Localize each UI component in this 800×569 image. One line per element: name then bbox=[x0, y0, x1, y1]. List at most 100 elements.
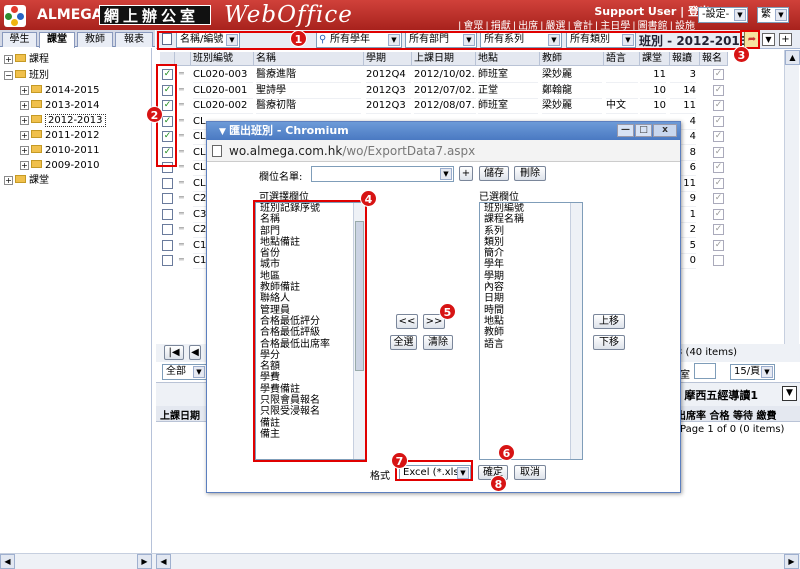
tree-node-year[interactable]: +2010-2011 bbox=[20, 144, 100, 157]
column-header[interactable]: 出席率 合格 等待 繳費 bbox=[676, 407, 776, 422]
edit-icon[interactable]: ═ bbox=[179, 162, 184, 171]
edit-icon[interactable]: ═ bbox=[179, 255, 184, 264]
enroll-checkbox[interactable]: ✓ bbox=[713, 100, 724, 111]
clear-button[interactable]: 清除 bbox=[423, 335, 453, 350]
tree-node-courses[interactable]: + 課程 bbox=[4, 53, 49, 66]
selected-field-item[interactable]: 地點 bbox=[480, 316, 582, 327]
tab-students[interactable]: 學生 bbox=[2, 32, 37, 47]
selected-field-item[interactable]: 教師 bbox=[480, 327, 582, 338]
selected-field-item[interactable]: 學期 bbox=[480, 271, 582, 282]
tree-node-year[interactable]: +2014-2015 bbox=[20, 84, 100, 97]
edit-icon[interactable]: ═ bbox=[179, 209, 184, 218]
tree-node-year-selected[interactable]: +2012-2013 bbox=[20, 114, 106, 127]
chevron-down-icon[interactable]: ▼ bbox=[782, 386, 797, 401]
row-checkbox[interactable] bbox=[162, 208, 173, 220]
selected-field-item[interactable]: 學年 bbox=[480, 259, 582, 270]
column-header[interactable]: 地點 bbox=[476, 52, 540, 66]
select-all-button[interactable]: 全選 bbox=[390, 335, 417, 350]
remove-field-button[interactable]: << bbox=[396, 314, 418, 329]
edit-icon[interactable]: ═ bbox=[179, 85, 184, 94]
column-header[interactable]: 上課日期 bbox=[160, 407, 200, 422]
row-checkbox[interactable] bbox=[162, 177, 173, 189]
enroll-checkbox[interactable]: ✓ bbox=[713, 162, 724, 173]
enroll-checkbox[interactable]: ✓ bbox=[713, 177, 724, 189]
column-header[interactable]: 教師 bbox=[540, 52, 604, 66]
edit-icon[interactable]: ═ bbox=[179, 131, 184, 140]
selected-field-item[interactable]: 班別編號 bbox=[480, 203, 582, 214]
row-checkbox[interactable] bbox=[162, 193, 173, 204]
delete-button[interactable]: 刪除 bbox=[514, 166, 546, 181]
selected-field-item[interactable]: 時間 bbox=[480, 305, 582, 316]
tree-node-year[interactable]: +2013-2014 bbox=[20, 99, 100, 112]
column-header[interactable]: 上課日期 bbox=[412, 52, 476, 66]
enroll-checkbox[interactable]: ✓ bbox=[713, 69, 724, 80]
enroll-checkbox[interactable]: ✓ bbox=[713, 224, 724, 235]
edit-icon[interactable]: ═ bbox=[179, 100, 184, 109]
table-row[interactable]: ✓ ═ CL020-001 聖詩學 2012Q3 2012/07/02... 正堂 鄭翰龍 10… bbox=[156, 83, 728, 99]
enroll-checkbox[interactable]: ✓ bbox=[713, 115, 724, 127]
tree-node-year[interactable]: +2009-2010 bbox=[20, 159, 100, 172]
enroll-checkbox[interactable]: ✓ bbox=[713, 208, 724, 220]
column-header[interactable]: 語言 bbox=[604, 52, 640, 66]
language-select[interactable]: 繁 ▼ bbox=[757, 7, 789, 23]
selected-field-item[interactable]: 日期 bbox=[480, 293, 582, 304]
edit-icon[interactable]: ═ bbox=[179, 178, 184, 187]
row-checkbox[interactable] bbox=[162, 255, 173, 266]
minimize-icon[interactable]: — bbox=[617, 124, 634, 137]
close-icon[interactable]: x bbox=[653, 124, 677, 137]
enroll-checkbox[interactable]: ✓ bbox=[713, 131, 724, 142]
table-row[interactable]: ✓ ═ CL020-002 醫療初階 2012Q3 2012/08/07... 師班室 梁妙麗… bbox=[156, 98, 728, 114]
selected-field-item[interactable]: 類別 bbox=[480, 237, 582, 248]
edit-icon[interactable]: ═ bbox=[179, 240, 184, 249]
tree-node-lessons[interactable]: + 課堂 bbox=[4, 174, 49, 187]
enroll-checkbox[interactable]: ✓ bbox=[713, 84, 724, 96]
selected-fields-list[interactable]: 班別編號 課程名稱 系列 類別 簡介 學年 學期 內容 日期 時間 地點 教師 語言 bbox=[479, 202, 583, 460]
edit-icon[interactable]: ═ bbox=[179, 147, 184, 156]
selected-field-item[interactable]: 語言 bbox=[480, 339, 582, 350]
column-header[interactable]: 課堂 bbox=[640, 52, 670, 66]
edit-icon[interactable]: ═ bbox=[179, 116, 184, 125]
tree-node-classes[interactable]: − 班別 bbox=[4, 69, 49, 82]
edit-icon[interactable]: ═ bbox=[179, 193, 184, 202]
per-page-select[interactable]: 15/頁 ▼ bbox=[730, 364, 775, 380]
tab-reports[interactable]: 報表 bbox=[115, 32, 153, 47]
enroll-checkbox[interactable]: ✓ bbox=[713, 239, 724, 251]
enroll-checkbox[interactable] bbox=[713, 255, 724, 266]
filter-select[interactable]: 全部 ▼ bbox=[162, 364, 207, 380]
horizontal-scrollbar[interactable]: ◀ ▶ ◀ ▶ bbox=[0, 553, 800, 569]
maximize-icon[interactable]: □ bbox=[635, 124, 652, 137]
edit-icon[interactable]: ═ bbox=[179, 224, 184, 233]
edit-icon[interactable]: ═ bbox=[179, 69, 184, 78]
enroll-checkbox[interactable]: ✓ bbox=[713, 193, 724, 204]
selected-field-item[interactable]: 簡介 bbox=[480, 248, 582, 259]
tab-classes[interactable]: 課堂 bbox=[39, 32, 75, 48]
chevron-down-icon[interactable]: ▼ bbox=[762, 33, 775, 46]
selected-field-item[interactable]: 課程名稱 bbox=[480, 214, 582, 225]
row-checkbox[interactable] bbox=[162, 224, 173, 235]
settings-select[interactable]: -設定- ▼ bbox=[698, 7, 748, 23]
tree-node-year[interactable]: +2011-2012 bbox=[20, 129, 100, 142]
field-list-select[interactable]: ▼ bbox=[311, 166, 454, 182]
column-header[interactable]: 班別編號 bbox=[191, 52, 254, 66]
column-header[interactable]: 報讀 bbox=[670, 52, 700, 66]
save-button[interactable]: 儲存 bbox=[479, 166, 509, 181]
add-field-list-button[interactable]: + bbox=[459, 166, 473, 181]
selected-field-item[interactable]: 系列 bbox=[480, 226, 582, 237]
move-down-button[interactable]: 下移 bbox=[593, 335, 625, 350]
prev-page-button[interactable]: ◀ bbox=[189, 345, 201, 360]
tab-teachers[interactable]: 教師 bbox=[77, 32, 113, 47]
column-header[interactable]: 學期 bbox=[364, 52, 412, 66]
move-up-button[interactable]: 上移 bbox=[593, 314, 625, 329]
column-header[interactable]: 名稱 bbox=[254, 52, 364, 66]
selected-field-item[interactable]: 內容 bbox=[480, 282, 582, 293]
first-page-button[interactable]: |◀ bbox=[164, 345, 184, 360]
column-header[interactable]: 報名 bbox=[700, 52, 728, 66]
enroll-checkbox[interactable]: ✓ bbox=[713, 146, 724, 158]
address-bar[interactable]: wo.almega.com.hk/wo/ExportData7.aspx bbox=[207, 140, 680, 162]
page-number-input[interactable] bbox=[694, 363, 716, 379]
row-checkbox[interactable] bbox=[162, 239, 173, 251]
cancel-button[interactable]: 取消 bbox=[514, 465, 546, 480]
table-row[interactable]: ✓ ═ CL020-003 醫療進階 2012Q4 2012/10/02... 師班室 梁妙麗… bbox=[156, 67, 728, 83]
add-button[interactable]: + bbox=[779, 33, 792, 46]
grid-scrollbar[interactable]: ▲ bbox=[784, 50, 800, 350]
